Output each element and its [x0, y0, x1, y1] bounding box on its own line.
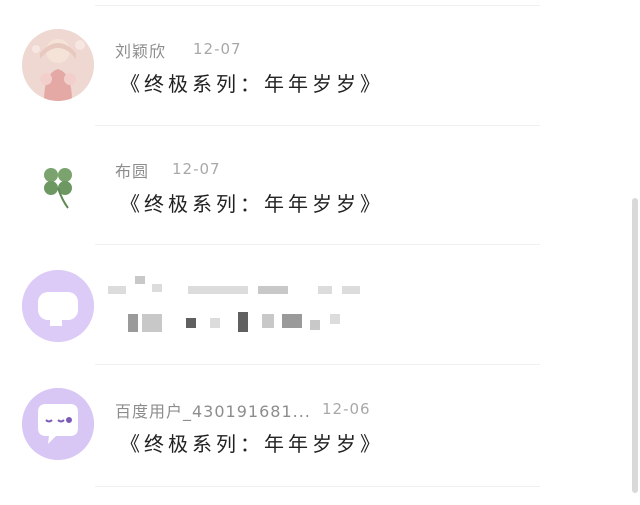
divider	[95, 486, 540, 487]
comment-time: 12-07	[172, 160, 221, 178]
scrollbar-thumb[interactable]	[632, 198, 638, 493]
girl-photo-avatar-icon	[22, 29, 94, 101]
comment-content: 《终极系列：年年岁岁》	[120, 72, 384, 96]
comment-time: 12-07	[193, 40, 242, 58]
scrollbar[interactable]	[632, 198, 638, 493]
clover-icon	[23, 149, 93, 219]
user-avatar[interactable]	[22, 388, 94, 460]
comment-item[interactable]: 百度用户_430191681... 12-06 《终极系列：年年岁岁》	[0, 360, 600, 480]
username[interactable]: 布圆	[115, 158, 149, 182]
username[interactable]: 刘颖欣	[115, 38, 166, 62]
comment-item[interactable]: 布圆 12-07 《终极系列：年年岁岁》	[0, 120, 600, 240]
comment-content: 《终极系列：年年岁岁》	[120, 192, 384, 216]
username[interactable]: 百度用户_430191681...	[115, 398, 311, 422]
chat-bubble-avatar-icon	[22, 388, 94, 460]
comment-item[interactable]	[0, 240, 600, 360]
comment-item[interactable]: 刘颖欣 12-07 《终极系列：年年岁岁》	[0, 0, 600, 120]
user-avatar[interactable]	[22, 148, 94, 220]
comment-time: 12-06	[322, 400, 371, 418]
user-avatar[interactable]	[22, 270, 94, 342]
user-avatar[interactable]	[22, 29, 94, 101]
chat-bubble-avatar-icon	[22, 270, 94, 342]
comment-content: 《终极系列：年年岁岁》	[120, 432, 384, 456]
